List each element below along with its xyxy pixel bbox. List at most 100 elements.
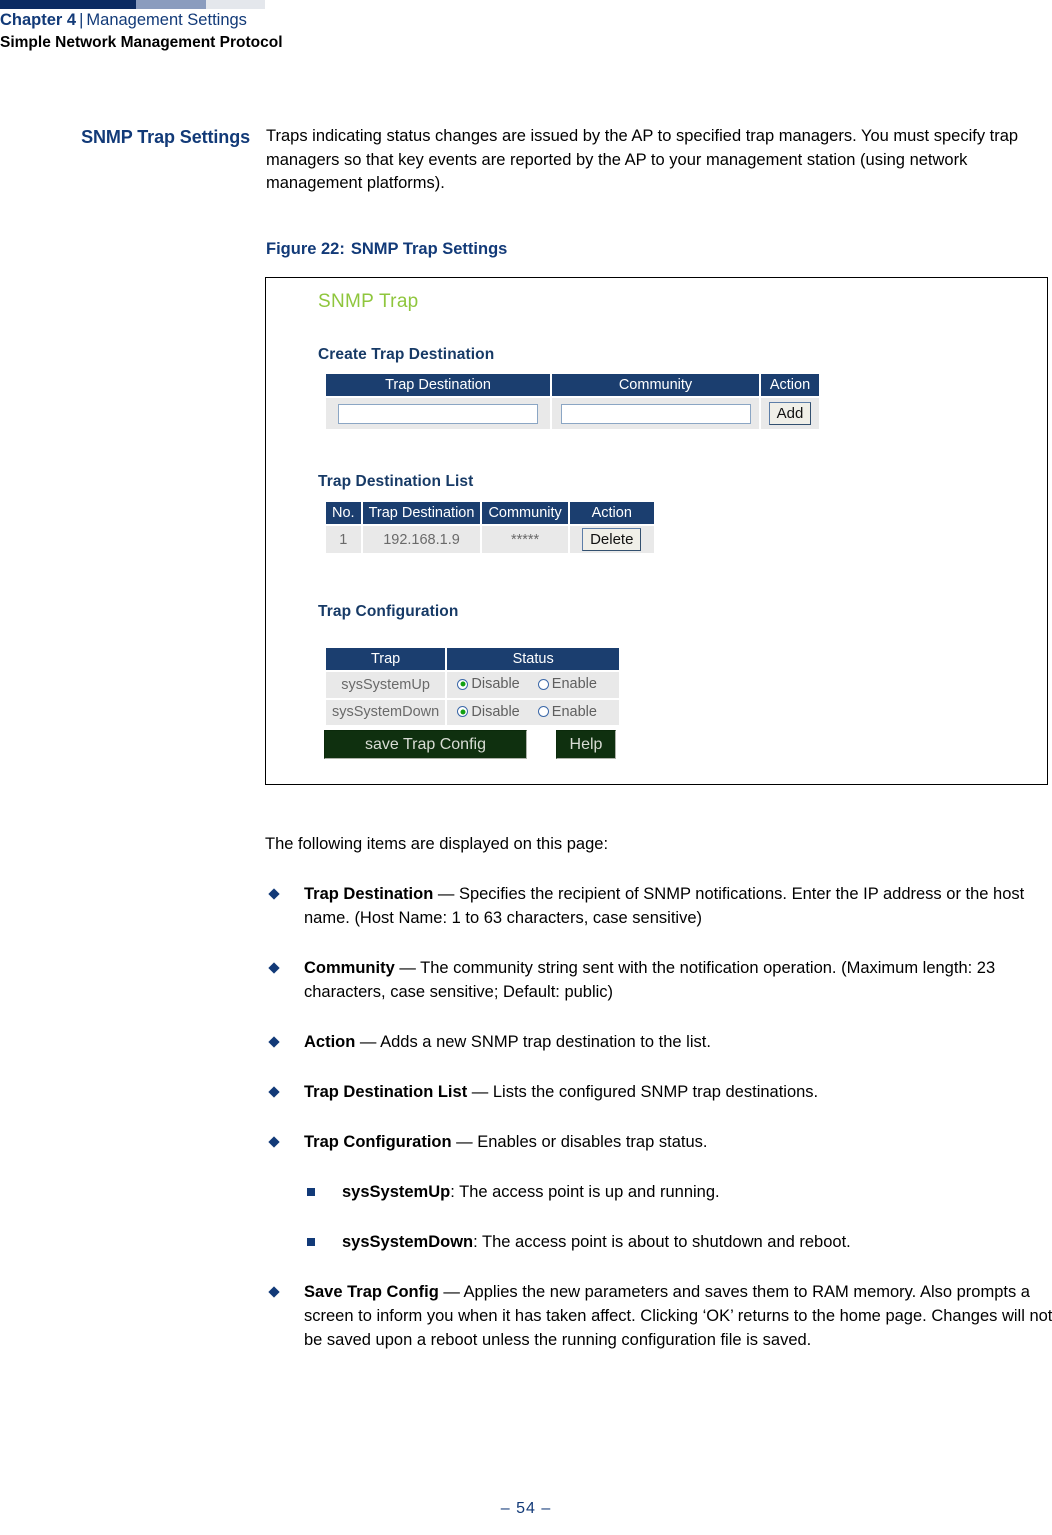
item-term: Save Trap Config xyxy=(304,1283,439,1301)
trap-configuration-heading: Trap Configuration xyxy=(318,603,459,620)
col-community: Community xyxy=(482,502,568,524)
item-dash: — xyxy=(433,885,459,903)
webui-page-title: SNMP Trap xyxy=(318,291,419,312)
item-description: Enables or disables trap status. xyxy=(477,1133,708,1151)
cell-trap-status: Disable Enable xyxy=(447,699,620,725)
header-rule-segment-light xyxy=(206,0,265,9)
cell-trap-name: sysSystemUp xyxy=(326,672,446,698)
item-description: Adds a new SNMP trap destination to the … xyxy=(380,1033,711,1051)
item-list-final: Save Trap Config — Applies the new param… xyxy=(265,1280,1052,1352)
radio-group-syssystemdown-disable[interactable]: Disable xyxy=(457,703,520,720)
radio-group-syssystemdown-enable[interactable]: Enable xyxy=(537,703,597,720)
community-input[interactable] xyxy=(560,403,751,424)
snmp-trap-webui: SNMP Trap Create Trap Destination Trap D… xyxy=(266,278,1047,784)
item-term: Action xyxy=(304,1033,356,1051)
col-status: Status xyxy=(447,648,620,670)
create-trap-destination-table: Trap Destination Community Action Add xyxy=(324,372,821,431)
item-description: Lists the configured SNMP trap destinati… xyxy=(492,1083,819,1101)
table-header-row: No. Trap Destination Community Action xyxy=(326,502,654,524)
list-item: Trap Destination List — Lists the config… xyxy=(265,1080,1052,1104)
col-action: Action xyxy=(761,374,819,396)
item-term: Community xyxy=(304,959,395,977)
subitem-term: sysSystemDown xyxy=(342,1233,474,1251)
item-dash: — xyxy=(394,959,421,977)
table-row: sysSystemUp Disable Enable xyxy=(326,672,620,698)
radio-label-disable: Disable xyxy=(471,676,520,692)
header-rule-segment-dark xyxy=(0,0,136,9)
item-list-primary: Trap Destination — Specifies the recipie… xyxy=(265,882,1052,1154)
figure-caption-label: Figure 22: xyxy=(266,240,345,258)
running-header: Chapter 4 | Management Settings Simple Net… xyxy=(0,9,1052,53)
list-item: Community — The community string sent wi… xyxy=(265,956,1052,1004)
intro-paragraph: Traps indicating status changes are issu… xyxy=(266,127,1019,192)
cell-trap-destination: 192.168.1.9 xyxy=(362,526,481,553)
radio-label-enable: Enable xyxy=(551,703,597,720)
item-term: Trap Configuration xyxy=(304,1133,452,1151)
list-item: sysSystemUp: The access point is up and … xyxy=(265,1180,1052,1204)
trap-config-button-row: save Trap Config Help xyxy=(324,730,616,759)
page-footer: – 54 – xyxy=(0,1500,1052,1518)
subitem-description: The access point is up and running. xyxy=(459,1183,720,1201)
col-trap-destination: Trap Destination xyxy=(362,502,481,524)
trap-destination-list-table: No. Trap Destination Community Action 1 … xyxy=(324,500,656,555)
trap-destination-input[interactable] xyxy=(338,403,538,424)
col-community: Community xyxy=(552,374,759,396)
page-content: SNMP Trap Settings Traps indicating stat… xyxy=(0,125,1052,785)
radio-button-enable-icon[interactable] xyxy=(537,678,549,690)
item-term: Trap Destination List xyxy=(304,1083,468,1101)
item-dash: — xyxy=(438,1283,464,1301)
subsection-title: Simple Network Management Protocol xyxy=(0,34,283,51)
trap-destination-list-heading: Trap Destination List xyxy=(318,473,474,490)
cell-trap-name: sysSystemDown xyxy=(326,699,446,725)
col-trap: Trap xyxy=(326,648,446,670)
radio-button-disable-icon[interactable] xyxy=(457,706,469,717)
cell-community: ***** xyxy=(482,526,568,553)
subitem-description: The access point is about to shutdown an… xyxy=(482,1233,851,1251)
chapter-section-title: Management Settings xyxy=(86,11,247,29)
chapter-number: Chapter 4 xyxy=(0,11,77,29)
radio-label-enable: Enable xyxy=(551,676,597,692)
radio-group-syssystemup-enable[interactable]: Enable xyxy=(537,676,597,692)
radio-group-syssystemup-disable[interactable]: Disable xyxy=(457,676,520,692)
list-item: Trap Configuration — Enables or disables… xyxy=(265,1130,1052,1154)
item-list-sub: sysSystemUp: The access point is up and … xyxy=(265,1180,1052,1254)
cell-add-action: Add xyxy=(761,398,819,429)
intro-row: SNMP Trap Settings Traps indicating stat… xyxy=(0,125,1052,196)
figure-caption-text: SNMP Trap Settings xyxy=(350,240,508,258)
radio-button-disable-icon[interactable] xyxy=(457,678,469,690)
item-term: Trap Destination xyxy=(304,885,434,903)
subitem-dash: : xyxy=(473,1233,483,1251)
list-item: sysSystemDown: The access point is about… xyxy=(265,1230,1052,1254)
save-trap-config-button[interactable]: save Trap Config xyxy=(324,730,527,759)
cell-trap-status: Disable Enable xyxy=(447,672,620,698)
table-row: 1 192.168.1.9 ***** Delete xyxy=(326,526,654,553)
item-dash: — xyxy=(355,1033,381,1051)
chapter-line: Chapter 4 | Management Settings xyxy=(0,9,1052,31)
subitem-term: sysSystemUp xyxy=(342,1183,451,1201)
page-number: – 54 – xyxy=(500,1500,552,1517)
delete-button[interactable]: Delete xyxy=(582,528,642,551)
trap-configuration-table: Trap Status sysSystemUp Disable Enable s… xyxy=(324,646,621,727)
item-dash: — xyxy=(451,1133,478,1151)
list-item: Save Trap Config — Applies the new param… xyxy=(265,1280,1052,1352)
cell-action: Delete xyxy=(569,526,654,553)
radio-button-enable-icon[interactable] xyxy=(537,706,549,717)
header-rule-segment-mid xyxy=(136,0,206,9)
add-button[interactable]: Add xyxy=(768,402,812,425)
list-item: Action — Adds a new SNMP trap destinatio… xyxy=(265,1030,1052,1054)
chapter-separator: | xyxy=(79,11,84,29)
lead-in-text: The following items are displayed on thi… xyxy=(265,835,609,853)
list-item: Trap Destination — Specifies the recipie… xyxy=(265,882,1052,930)
cell-no: 1 xyxy=(326,526,361,553)
col-action: Action xyxy=(569,502,654,524)
side-heading: SNMP Trap Settings xyxy=(81,127,250,147)
help-button[interactable]: Help xyxy=(556,730,616,759)
cell-trap-destination-input xyxy=(326,398,550,429)
table-header-row: Trap Destination Community Action xyxy=(326,374,819,396)
figure-caption: Figure 22: SNMP Trap Settings xyxy=(266,240,507,259)
intro-block: Traps indicating status changes are issu… xyxy=(250,125,1040,196)
subitem-dash: : xyxy=(450,1183,460,1201)
item-dash: — xyxy=(467,1083,493,1101)
figure-image-snmp-trap: SNMP Trap Create Trap Destination Trap D… xyxy=(265,277,1048,785)
radio-label-disable: Disable xyxy=(471,703,520,720)
